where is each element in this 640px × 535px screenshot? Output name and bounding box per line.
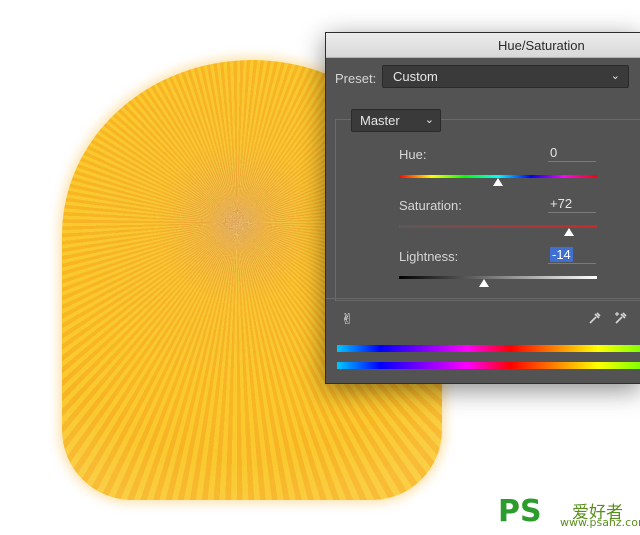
hue-label: Hue: (399, 147, 427, 162)
dialog-title: Hue/Saturation (498, 38, 585, 53)
divider (326, 298, 640, 299)
lightness-label: Lightness: (399, 249, 459, 264)
eyedropper-plus-icon[interactable] (614, 311, 628, 325)
saturation-value: +72 (550, 196, 573, 211)
chevron-down-icon: ⌄ (610, 70, 620, 82)
lightness-value: -14 (550, 247, 573, 262)
hand-target-icon[interactable]: ✌ (341, 310, 354, 328)
lightness-slider-track[interactable] (399, 276, 597, 279)
hue-input[interactable]: 0 (548, 145, 596, 162)
eyedropper-icon[interactable] (588, 311, 602, 325)
hue-slider-thumb[interactable] (493, 178, 503, 186)
hue-value: 0 (550, 145, 558, 160)
channel-dropdown[interactable]: Master ⌄ (351, 109, 441, 132)
channel-value: Master (360, 113, 400, 128)
chevron-down-icon: ⌄ (424, 114, 434, 126)
saturation-slider-thumb[interactable] (564, 228, 575, 236)
watermark-url: www.psahz.com (560, 516, 640, 529)
preset-label: Preset: (335, 71, 377, 86)
watermark-logo: PS (498, 494, 542, 529)
preset-dropdown[interactable]: Custom ⌄ (382, 65, 629, 88)
lightness-slider-thumb[interactable] (479, 279, 490, 287)
preset-value: Custom (393, 69, 438, 84)
saturation-label: Saturation: (399, 198, 462, 213)
saturation-input[interactable]: +72 (548, 196, 596, 213)
color-range-bar-bottom (337, 362, 640, 369)
color-range-bar-top (337, 345, 640, 352)
dialog-titlebar[interactable]: Hue/Saturation (326, 33, 640, 58)
watermark: PS 爱好者 www.psahz.com (498, 494, 640, 532)
lightness-input[interactable]: -14 (548, 247, 596, 264)
hue-saturation-dialog: Hue/Saturation Preset: Custom ⌄ Master ⌄… (325, 32, 640, 384)
